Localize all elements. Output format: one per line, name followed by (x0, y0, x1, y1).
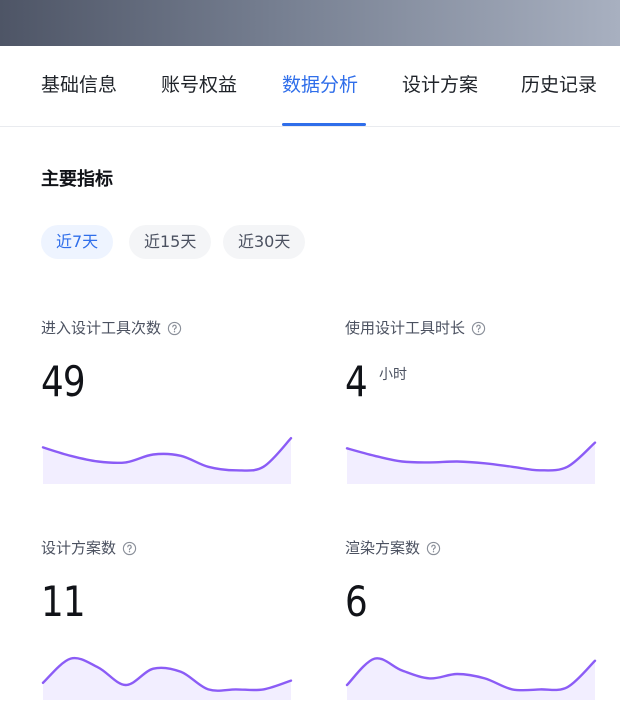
metric-label-wrapper: 设计方案数 (41, 538, 301, 558)
metric-card-render-plans: 渲染方案数 6 (345, 538, 605, 702)
question-circle-icon[interactable] (167, 321, 182, 336)
range-7-days-chip[interactable]: 近7天 (41, 225, 114, 259)
sparkline-chart (41, 656, 293, 700)
metric-label-wrapper: 渲染方案数 (345, 538, 605, 558)
metric-value: 6 (345, 577, 368, 626)
sparkline-chart (345, 441, 597, 484)
tab-bar: 基础信息 账号权益 数据分析 设计方案 历史记录 (0, 46, 620, 127)
range-30-days-chip[interactable]: 近30天 (223, 225, 306, 259)
sparkline-chart (345, 657, 597, 700)
metric-value: 11 (41, 577, 86, 626)
metric-label: 设计方案数 (41, 539, 117, 557)
sparkline-chart (41, 437, 293, 484)
metric-card-design-plans: 设计方案数 11 (41, 538, 301, 702)
metric-value: 4 (345, 357, 368, 406)
metric-card-tool-duration: 使用设计工具时长 4 小时 (345, 318, 605, 488)
metric-label: 使用设计工具时长 (345, 319, 466, 337)
range-15-days-chip[interactable]: 近15天 (129, 225, 212, 259)
tab-account-rights[interactable]: 账号权益 (161, 72, 237, 98)
tab-history[interactable]: 历史记录 (521, 72, 597, 98)
metric-unit: 小时 (379, 367, 407, 383)
metric-card-tool-visits: 进入设计工具次数 49 (41, 318, 301, 488)
metric-label-wrapper: 进入设计工具次数 (41, 318, 301, 338)
question-circle-icon[interactable] (471, 321, 486, 336)
metric-label-wrapper: 使用设计工具时长 (345, 318, 605, 338)
sparkline-area (43, 658, 291, 700)
question-circle-icon[interactable] (122, 541, 137, 556)
section-title: 主要指标 (41, 169, 113, 190)
active-tab-indicator (282, 123, 366, 126)
metric-label: 进入设计工具次数 (41, 319, 162, 337)
question-circle-icon[interactable] (426, 541, 441, 556)
tab-data-analysis[interactable]: 数据分析 (282, 72, 358, 98)
metric-value: 49 (41, 357, 86, 406)
header-banner (0, 0, 620, 46)
tab-basic-info[interactable]: 基础信息 (41, 72, 117, 98)
tab-design-plans[interactable]: 设计方案 (402, 72, 478, 98)
metric-label: 渲染方案数 (345, 539, 421, 557)
sparkline-area (43, 438, 291, 484)
sparkline-area (347, 658, 595, 700)
